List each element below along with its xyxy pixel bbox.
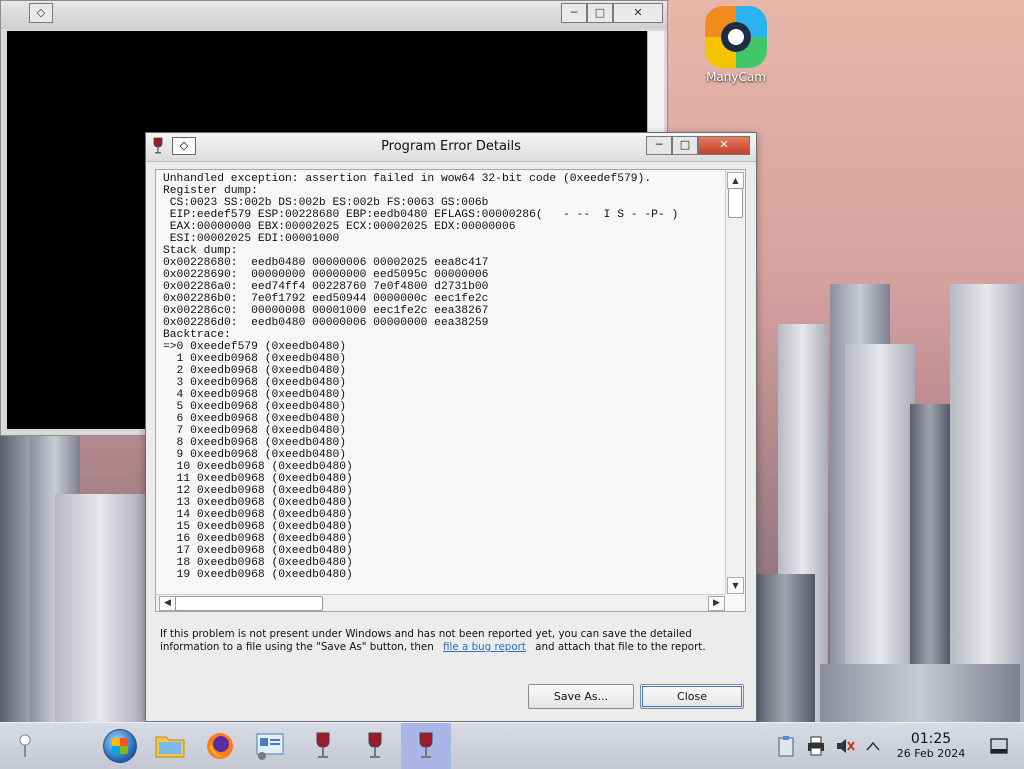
maximize-button[interactable]: □ [672, 136, 698, 155]
pin-icon [19, 734, 31, 757]
horizontal-scroll-thumb[interactable] [175, 596, 323, 611]
volume-muted-icon [837, 739, 855, 753]
firefox-icon [207, 733, 233, 759]
clock-time: 01:25 [910, 731, 952, 747]
folder-icon [155, 736, 185, 758]
show-desktop-button[interactable] [982, 723, 1016, 769]
scroll-left-arrow-icon[interactable]: ◀ [159, 596, 176, 611]
taskbar-file-manager[interactable] [145, 723, 195, 769]
scroll-down-arrow-icon[interactable]: ▼ [727, 577, 744, 594]
maximize-button[interactable]: □ [587, 3, 613, 23]
taskbar-control-panel[interactable] [245, 723, 295, 769]
clock-date: 26 Feb 2024 [896, 747, 966, 760]
taskbar-wine-app-3-active[interactable] [401, 723, 451, 769]
wine-glass-icon [419, 732, 433, 758]
tray-printer[interactable] [803, 723, 829, 769]
clipboard-icon [778, 736, 794, 757]
horizontal-scrollbar[interactable]: ◀ ▶ [156, 594, 725, 611]
program-error-dialog: ◇ Program Error Details ─ □ ✕ Unhandled … [145, 132, 757, 722]
close-window-button[interactable]: ✕ [698, 136, 750, 155]
windows-logo-icon [103, 729, 137, 763]
tray-volume[interactable] [832, 723, 858, 769]
desktop-icon-manycam[interactable]: ManyCam [700, 6, 772, 84]
printer-icon [808, 736, 824, 756]
scroll-right-arrow-icon[interactable]: ▶ [708, 596, 725, 611]
show-desktop-icon [990, 738, 1008, 754]
taskbar: 01:25 26 Feb 2024 [0, 722, 1024, 769]
system-menu-button[interactable]: ◇ [29, 3, 53, 23]
error-report-text: Unhandled exception: assertion failed in… [163, 173, 679, 581]
file-bug-report-link[interactable]: file a bug report [443, 641, 526, 653]
vertical-scrollbar[interactable]: ▲ ▼ [725, 170, 744, 594]
close-button[interactable]: ✕ [613, 3, 663, 23]
taskbar-firefox[interactable] [195, 723, 245, 769]
save-as-button[interactable]: Save As... [528, 684, 634, 709]
info-message: If this problem is not present under Win… [160, 628, 740, 654]
minimize-button[interactable]: ─ [561, 3, 587, 23]
tray-expand-button[interactable] [860, 723, 886, 769]
error-details-textbox[interactable]: Unhandled exception: assertion failed in… [155, 169, 746, 612]
taskbar-wine-app-1[interactable] [298, 723, 348, 769]
taskbar-wine-app-2[interactable] [350, 723, 400, 769]
close-button[interactable]: Close [640, 684, 744, 709]
scroll-up-arrow-icon[interactable]: ▲ [727, 172, 744, 189]
dialog-titlebar[interactable]: ◇ Program Error Details ─ □ ✕ [146, 133, 756, 162]
info-text-end: and attach that file to the report. [535, 641, 706, 653]
taskbar-pin-icon[interactable] [0, 723, 50, 769]
manycam-icon [705, 6, 767, 68]
control-panel-icon [256, 733, 284, 760]
vertical-scroll-thumb[interactable] [728, 188, 743, 218]
start-menu-button[interactable] [95, 723, 145, 769]
minimize-button[interactable]: ─ [646, 136, 672, 155]
wine-glass-icon [368, 732, 382, 758]
tray-clipboard[interactable] [772, 723, 800, 769]
wine-glass-icon [316, 732, 330, 758]
tray-clock[interactable]: 01:25 26 Feb 2024 [888, 723, 974, 769]
chevron-up-icon [866, 741, 880, 751]
desktop-icon-label: ManyCam [706, 70, 766, 84]
